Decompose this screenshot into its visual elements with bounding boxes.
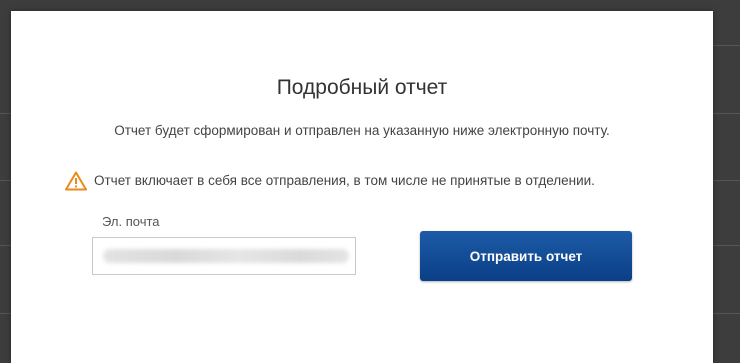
warning-text: Отчет включает в себя все отправления, в…: [94, 173, 595, 188]
background-divider: [713, 245, 740, 246]
warning-notice: Отчет включает в себя все отправления, в…: [65, 170, 595, 192]
report-dialog: Подробный отчет Отчет будет сформирован …: [11, 11, 713, 363]
background-divider: [713, 113, 740, 114]
send-report-button[interactable]: Отправить отчет: [420, 231, 632, 281]
background-divider: [713, 313, 740, 314]
background-divider: [713, 45, 740, 46]
background-divider: [0, 180, 11, 181]
dialog-description: Отчет будет сформирован и отправлен на у…: [114, 123, 610, 138]
background-divider: [0, 113, 11, 114]
email-label: Эл. почта: [102, 214, 160, 229]
background-divider: [0, 245, 11, 246]
background-divider: [0, 313, 11, 314]
email-field[interactable]: [92, 237, 356, 275]
dialog-title: Подробный отчет: [276, 76, 448, 99]
background-divider: [713, 180, 740, 181]
warning-triangle-icon: [65, 171, 87, 191]
